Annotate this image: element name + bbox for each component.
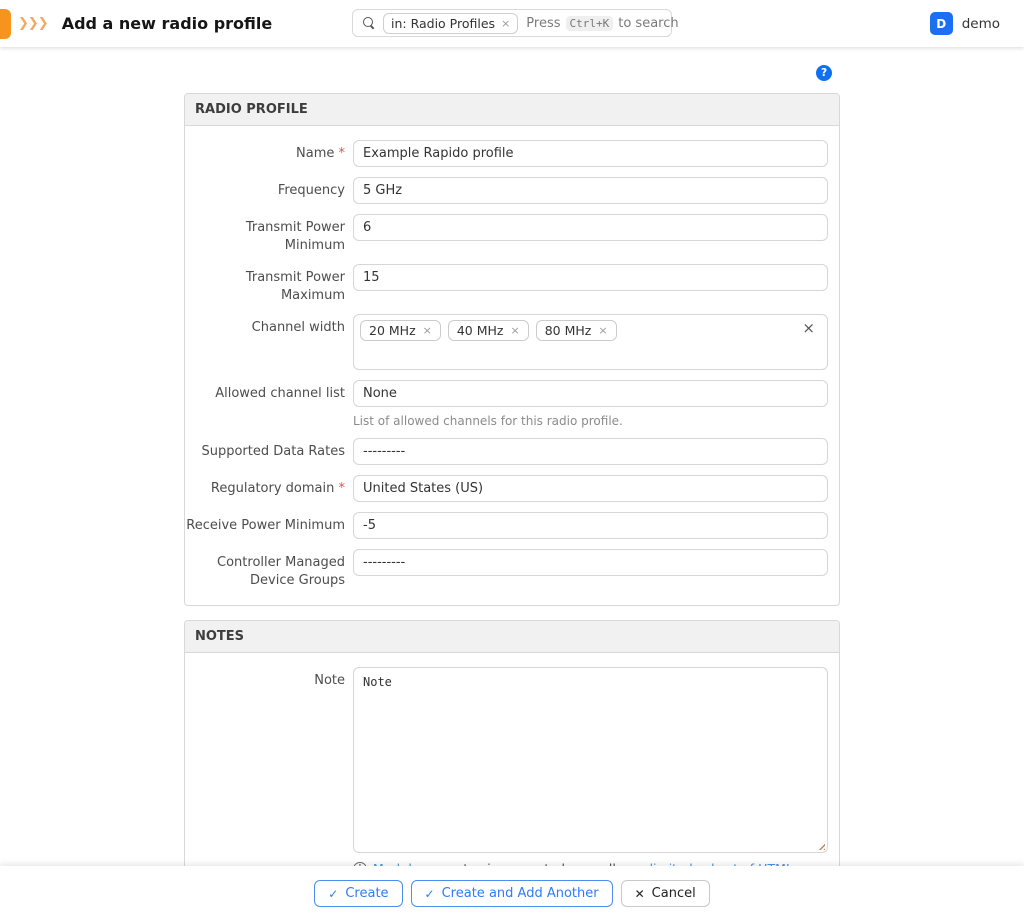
regulatory-domain-select[interactable]	[353, 475, 828, 502]
supported-data-rates-select[interactable]	[353, 438, 828, 465]
channel-width-label: Channel width	[185, 314, 353, 337]
note-textarea[interactable]: Note	[353, 667, 828, 853]
allowed-channel-list-help: List of allowed channels for this radio …	[353, 414, 828, 428]
rx-power-min-label: Receive Power Minimum	[185, 512, 353, 535]
cancel-button-label: Cancel	[652, 886, 696, 901]
controller-groups-select[interactable]	[353, 549, 828, 576]
tx-power-min-input[interactable]	[353, 214, 828, 241]
create-button-label: Create	[345, 886, 388, 901]
field-row-controller-groups: Controller Managed Device Groups	[185, 549, 828, 589]
tx-power-min-label: Transmit Power Minimum	[185, 214, 353, 254]
search-scope-label: in: Radio Profiles	[391, 16, 495, 31]
search-hint-suffix: to search	[618, 16, 678, 31]
main-content: ? RADIO PROFILE Name * Frequency	[0, 47, 1024, 919]
remove-tag-icon[interactable]: ×	[598, 324, 607, 337]
form-actions-bar: ✓ Create ✓ Create and Add Another ✕ Canc…	[0, 866, 1024, 921]
search-hint-prefix: Press	[526, 16, 560, 31]
tx-power-max-label: Transmit Power Maximum	[185, 264, 353, 304]
notes-card-title: NOTES	[185, 621, 839, 653]
regulatory-domain-label-text: Regulatory domain	[211, 481, 334, 496]
channel-width-tag-label: 80 MHz	[545, 323, 592, 338]
radio-profile-card-body: Name * Frequency Transmit Power Minimum	[185, 126, 839, 605]
tx-power-max-input[interactable]	[353, 264, 828, 291]
channel-width-tag-label: 40 MHz	[457, 323, 504, 338]
name-label: Name *	[185, 140, 353, 163]
name-input[interactable]	[353, 140, 828, 167]
ctrl-k-shortcut: Ctrl+K	[566, 16, 614, 31]
clear-all-icon[interactable]: ×	[802, 321, 815, 336]
create-button[interactable]: ✓ Create	[314, 880, 402, 907]
supported-data-rates-label: Supported Data Rates	[185, 438, 353, 461]
note-label: Note	[185, 667, 353, 690]
frequency-label: Frequency	[185, 177, 353, 200]
app-logo[interactable]	[0, 9, 11, 39]
controller-groups-label: Controller Managed Device Groups	[185, 549, 353, 589]
channel-width-tag[interactable]: 80 MHz ×	[536, 320, 617, 341]
name-label-text: Name	[296, 146, 334, 161]
field-row-allowed-channel-list: Allowed channel list List of allowed cha…	[185, 380, 828, 428]
field-row-frequency: Frequency	[185, 177, 828, 204]
remove-tag-icon[interactable]: ×	[510, 324, 519, 337]
channel-width-tag-label: 20 MHz	[369, 323, 416, 338]
create-and-add-another-label: Create and Add Another	[442, 886, 599, 901]
radio-profile-card-title: RADIO PROFILE	[185, 94, 839, 126]
notes-card: NOTES Note Note i Markdown syntax is sup…	[184, 620, 840, 893]
remove-tag-icon[interactable]: ×	[423, 324, 432, 337]
cancel-button[interactable]: ✕ Cancel	[621, 880, 710, 907]
avatar: D	[930, 12, 953, 35]
channel-width-tag[interactable]: 40 MHz ×	[448, 320, 529, 341]
notes-card-body: Note Note i Markdown syntax is supported…	[185, 653, 839, 892]
field-row-regulatory-domain: Regulatory domain *	[185, 475, 828, 502]
top-header-bar: ❯❯❯ Add a new radio profile in: Radio Pr…	[0, 0, 1024, 47]
username: demo	[962, 16, 1000, 32]
x-icon: ✕	[635, 887, 645, 901]
field-row-tx-power-min: Transmit Power Minimum	[185, 214, 828, 254]
global-search-input[interactable]: in: Radio Profiles × Press Ctrl+K to sea…	[352, 9, 672, 37]
field-row-supported-data-rates: Supported Data Rates	[185, 438, 828, 465]
help-icon[interactable]: ?	[816, 65, 832, 81]
remove-scope-icon[interactable]: ×	[501, 17, 510, 30]
field-row-tx-power-max: Transmit Power Maximum	[185, 264, 828, 304]
search-placeholder: Press Ctrl+K to search	[526, 16, 678, 31]
channel-width-tag[interactable]: 20 MHz ×	[360, 320, 441, 341]
field-row-rx-power-min: Receive Power Minimum	[185, 512, 828, 539]
field-row-name: Name *	[185, 140, 828, 167]
user-menu[interactable]: D demo	[930, 12, 1000, 35]
required-marker: *	[339, 146, 346, 161]
search-icon	[363, 17, 375, 29]
field-row-note: Note Note i Markdown syntax is supported…	[185, 667, 828, 876]
page: { "glyphs": { "breadcrumb": "❯❯❯", "remo…	[0, 0, 1024, 921]
field-row-channel-width: Channel width 20 MHz × 40 MHz × 80 MHz	[185, 314, 828, 370]
frequency-select[interactable]	[353, 177, 828, 204]
rx-power-min-input[interactable]	[353, 512, 828, 539]
check-icon: ✓	[328, 887, 338, 901]
breadcrumb-chevrons-icon: ❯❯❯	[18, 16, 48, 31]
allowed-channel-list-label: Allowed channel list	[185, 380, 353, 403]
channel-width-multiselect[interactable]: 20 MHz × 40 MHz × 80 MHz × ×	[353, 314, 828, 370]
help-row: ?	[184, 47, 840, 93]
allowed-channel-list-select[interactable]	[353, 380, 828, 407]
search-scope-tag[interactable]: in: Radio Profiles ×	[383, 13, 518, 34]
regulatory-domain-label: Regulatory domain *	[185, 475, 353, 498]
page-title: Add a new radio profile	[62, 14, 273, 33]
check-icon: ✓	[425, 887, 435, 901]
radio-profile-card: RADIO PROFILE Name * Frequency Transmit …	[184, 93, 840, 606]
required-marker: *	[339, 481, 346, 496]
create-and-add-another-button[interactable]: ✓ Create and Add Another	[411, 880, 613, 907]
